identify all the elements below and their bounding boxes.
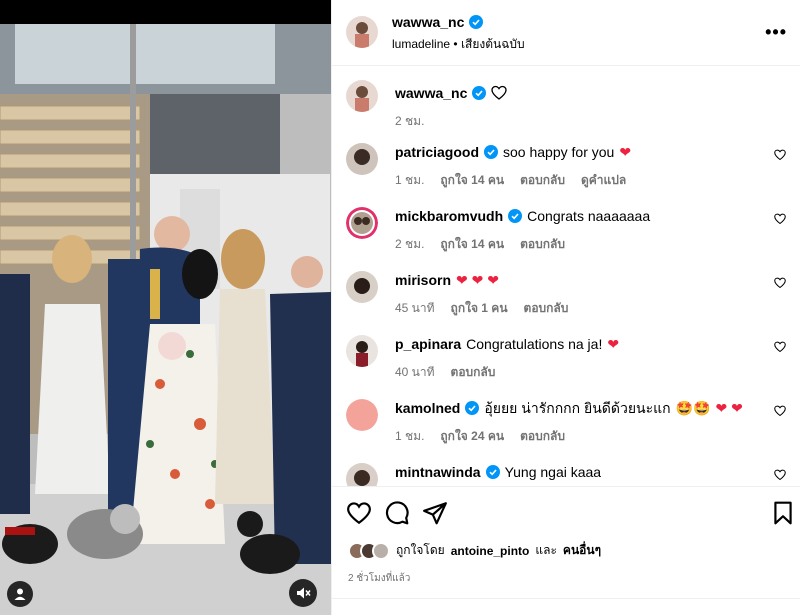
others-link[interactable]: คนอื่นๆ <box>563 541 601 560</box>
like-comment-heart-icon[interactable] <box>774 341 786 353</box>
comment-likes[interactable]: ถูกใจ 1 คน <box>451 299 508 318</box>
audio-attribution: lumadeline • เสียงต้นฉบับ <box>392 37 525 51</box>
media-top-bar <box>0 0 331 24</box>
comments-list: wawwa_nc 2 ชม. patriciagood soo happy fo… <box>332 66 800 486</box>
post-timestamp[interactable]: 2 ชั่วโมงที่แล้ว <box>348 571 410 586</box>
save-bookmark-icon[interactable] <box>770 500 796 526</box>
comment-likes[interactable]: ถูกใจ 14 คน <box>440 235 504 254</box>
comment-time: 2 ชม. <box>395 237 425 251</box>
post-side-panel: wawwa_nc lumadeline • เสียงต้นฉบับ ••• w… <box>331 0 800 615</box>
person-icon <box>14 588 26 600</box>
commenter-username[interactable]: kamolned <box>395 399 460 417</box>
commenter-username[interactable]: patriciagood <box>395 143 479 161</box>
comment-likes[interactable]: ถูกใจ 24 คน <box>440 427 504 446</box>
commenter-avatar[interactable] <box>346 399 378 431</box>
commenter-username[interactable]: mintnawinda <box>395 463 481 481</box>
like-comment-heart-icon[interactable] <box>774 405 786 417</box>
audio-user[interactable]: lumadeline <box>392 37 450 51</box>
post-caption: wawwa_nc 2 ชม. <box>346 80 786 140</box>
likes-joiner: และ <box>535 543 557 557</box>
likes-prefix: ถูกใจโดย <box>396 543 445 557</box>
verified-badge-icon <box>508 209 523 223</box>
reply-button[interactable]: ตอบกลับ <box>520 427 565 446</box>
heart-outline-icon[interactable] <box>491 85 508 101</box>
comment-time: 40 นาที <box>395 365 435 379</box>
commenter-avatar[interactable] <box>346 271 378 303</box>
commenter-avatar[interactable] <box>346 143 378 175</box>
like-comment-heart-icon[interactable] <box>774 213 786 225</box>
see-translation-button[interactable]: ดูคำแปล <box>581 171 626 190</box>
commenter-avatar[interactable] <box>346 463 378 486</box>
comment-text: Congratulations na ja! <box>466 336 603 352</box>
like-comment-heart-icon[interactable] <box>774 277 786 289</box>
speaker-muted-icon <box>297 587 311 599</box>
mute-button[interactable] <box>289 579 317 607</box>
comment-text: Yung ngai kaaa <box>504 464 602 480</box>
author-username-row: wawwa_nc <box>392 14 484 30</box>
wedding-photo <box>0 24 331 615</box>
post-media[interactable] <box>0 0 331 615</box>
comment-likes[interactable]: ถูกใจ 14 คน <box>440 171 504 190</box>
commenter-username[interactable]: mirisorn <box>395 271 451 289</box>
like-comment-heart-icon[interactable] <box>774 469 786 481</box>
post-actions: ถูกใจโดย antoine_pinto และ คนอื่นๆ 2 ชั่… <box>332 486 800 606</box>
comment-time: 45 นาที <box>395 301 435 315</box>
tagged-users-button[interactable] <box>7 581 33 607</box>
star-struck-emoji: 🤩🤩 <box>675 400 711 416</box>
liker-username[interactable]: antoine_pinto <box>451 544 530 558</box>
verified-badge-icon <box>469 15 484 29</box>
audio-label[interactable]: เสียงต้นฉบับ <box>461 37 525 51</box>
red-heart-icon: ❤ <box>619 144 632 160</box>
like-heart-icon[interactable] <box>346 500 372 526</box>
reply-button[interactable]: ตอบกลับ <box>520 171 565 190</box>
caption-time: 2 ชม. <box>395 114 425 128</box>
author-username[interactable]: wawwa_nc <box>392 14 464 30</box>
reply-button[interactable]: ตอบกลับ <box>451 363 496 382</box>
red-heart-icon: ❤ <box>607 336 620 352</box>
author-avatar[interactable] <box>346 16 378 48</box>
comment-time: 1 ชม. <box>395 429 425 443</box>
comment-text: อุ้ยยย น่ารักกกก ยินดีด้วยนะแก <box>484 400 671 416</box>
caption-username[interactable]: wawwa_nc <box>395 84 467 102</box>
more-options-icon[interactable]: ••• <box>765 22 787 43</box>
comment-text: Congrats naaaaaaa <box>527 208 651 224</box>
likes-summary: ถูกใจโดย antoine_pinto และ คนอื่นๆ <box>348 541 601 560</box>
commenter-username[interactable]: p_apinara <box>395 335 461 353</box>
comment-time: 1 ชม. <box>395 173 425 187</box>
reply-button[interactable]: ตอบกลับ <box>520 235 565 254</box>
commenter-avatar[interactable] <box>346 335 378 367</box>
comment-input-strip[interactable] <box>332 598 800 615</box>
like-comment-heart-icon[interactable] <box>774 149 786 161</box>
commenter-avatar[interactable] <box>346 207 378 239</box>
verified-badge-icon <box>465 401 480 415</box>
verified-badge-icon <box>484 145 499 159</box>
liker-avatars[interactable] <box>348 541 390 560</box>
post-header: wawwa_nc lumadeline • เสียงต้นฉบับ ••• <box>332 0 800 66</box>
red-heart-icon: ❤ ❤ <box>715 400 743 416</box>
red-heart-icon: ❤ ❤ ❤ <box>456 272 499 288</box>
share-send-icon[interactable] <box>422 500 448 526</box>
comment-bubble-icon[interactable] <box>384 500 410 526</box>
commenter-username[interactable]: mickbaromvudh <box>395 207 503 225</box>
comment-text: soo happy for you <box>503 144 615 160</box>
verified-badge-icon <box>485 465 500 479</box>
reply-button[interactable]: ตอบกลับ <box>524 299 569 318</box>
verified-badge-icon <box>472 86 487 100</box>
author-avatar[interactable] <box>346 80 378 112</box>
